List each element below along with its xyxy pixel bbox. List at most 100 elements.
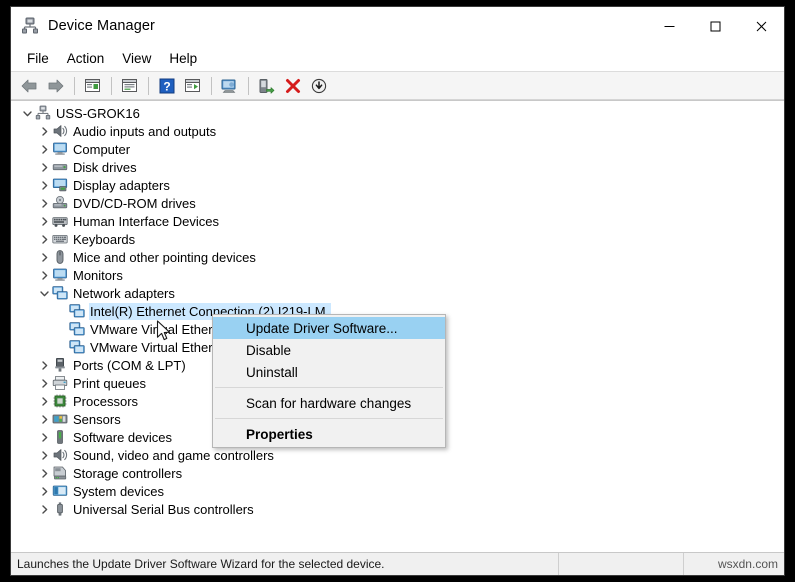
- chevron-right-icon[interactable]: [36, 159, 52, 175]
- tree-item[interactable]: Computer: [11, 140, 784, 158]
- svg-text:?: ?: [163, 79, 170, 93]
- tree-item-label: Display adapters: [73, 177, 170, 193]
- tree-item[interactable]: Network adapters: [11, 284, 784, 302]
- tree-item[interactable]: DVD/CD-ROM drives: [11, 194, 784, 212]
- tree-item-label: Sound, video and game controllers: [73, 447, 274, 463]
- chevron-right-icon[interactable]: [36, 501, 52, 517]
- chevron-right-icon[interactable]: [36, 483, 52, 499]
- tree-item[interactable]: Keyboards: [11, 230, 784, 248]
- disable-device-icon[interactable]: [306, 74, 331, 97]
- chevron-right-icon[interactable]: [36, 213, 52, 229]
- context-menu-item-update-driver-software[interactable]: Update Driver Software...: [213, 317, 445, 339]
- tree-root-node[interactable]: USS-GROK16: [11, 104, 784, 122]
- forward-icon[interactable]: [43, 74, 68, 97]
- speaker-icon: [52, 123, 68, 139]
- tree-item[interactable]: Monitors: [11, 266, 784, 284]
- menu-action[interactable]: Action: [58, 48, 114, 70]
- chevron-down-icon[interactable]: [36, 285, 52, 301]
- context-menu-item-disable[interactable]: Disable: [213, 339, 445, 361]
- port-icon: [52, 357, 68, 373]
- maximize-button[interactable]: [692, 7, 738, 45]
- toolbar-separator: [248, 76, 249, 95]
- speaker-icon: [52, 447, 68, 463]
- chevron-right-icon[interactable]: [36, 249, 52, 265]
- show-hide-console-tree-icon[interactable]: [80, 74, 105, 97]
- chevron-right-icon[interactable]: [36, 267, 52, 283]
- device-manager-icon: [21, 17, 39, 35]
- tree-item[interactable]: System devices: [11, 482, 784, 500]
- context-menu-item-properties[interactable]: Properties: [213, 423, 445, 445]
- printer-icon: [52, 375, 68, 391]
- toolbar-separator: [148, 76, 149, 95]
- properties-icon[interactable]: [117, 74, 142, 97]
- close-button[interactable]: [738, 7, 784, 45]
- network-adapter-icon: [69, 339, 85, 355]
- minimize-button[interactable]: [646, 7, 692, 45]
- context-menu[interactable]: Update Driver Software... Disable Uninst…: [212, 314, 446, 448]
- chevron-right-icon[interactable]: [36, 465, 52, 481]
- network-adapter-icon: [69, 321, 85, 337]
- tree-item[interactable]: Display adapters: [11, 176, 784, 194]
- tree-item-label: Computer: [73, 141, 131, 157]
- context-menu-item-uninstall[interactable]: Uninstall: [213, 361, 445, 383]
- chevron-right-icon[interactable]: [36, 141, 52, 157]
- title-bar: Device Manager: [11, 7, 784, 46]
- enable-device-icon[interactable]: [254, 74, 279, 97]
- tree-item-label: Network adapters: [73, 285, 175, 301]
- menu-help[interactable]: Help: [160, 48, 206, 70]
- tree-item[interactable]: Audio inputs and outputs: [11, 122, 784, 140]
- software-device-icon: [52, 429, 68, 445]
- chevron-right-icon[interactable]: [36, 447, 52, 463]
- optical-drive-icon: [52, 195, 68, 211]
- tree-item[interactable]: Storage controllers: [11, 464, 784, 482]
- chevron-right-icon[interactable]: [36, 411, 52, 427]
- menu-bar: File Action View Help: [11, 46, 784, 72]
- mouse-icon: [52, 249, 68, 265]
- storage-controller-icon: [52, 465, 68, 481]
- monitor-icon: [52, 267, 68, 283]
- tree-item[interactable]: Universal Serial Bus controllers: [11, 500, 784, 518]
- window-controls: [646, 7, 784, 45]
- processor-icon: [52, 393, 68, 409]
- menu-file[interactable]: File: [18, 48, 58, 70]
- uninstall-device-icon[interactable]: [280, 74, 305, 97]
- network-adapter-icon: [52, 285, 68, 301]
- status-bar: Launches the Update Driver Software Wiza…: [11, 552, 784, 575]
- chevron-right-icon[interactable]: [36, 231, 52, 247]
- chevron-right-icon[interactable]: [36, 177, 52, 193]
- context-menu-item-scan-for-hardware-changes[interactable]: Scan for hardware changes: [213, 392, 445, 414]
- device-tree[interactable]: USS-GROK16 Audio inputs and outputs Compu…: [11, 100, 784, 552]
- chevron-right-icon[interactable]: [36, 375, 52, 391]
- chevron-right-icon[interactable]: [36, 393, 52, 409]
- tree-item[interactable]: Human Interface Devices: [11, 212, 784, 230]
- tree-item[interactable]: Disk drives: [11, 158, 784, 176]
- system-device-icon: [52, 483, 68, 499]
- computer-root-icon: [35, 105, 51, 121]
- update-driver-software-icon[interactable]: [217, 74, 242, 97]
- tree-item-label: Keyboards: [73, 231, 136, 247]
- tree-item-label: System devices: [73, 483, 165, 499]
- back-icon[interactable]: [17, 74, 42, 97]
- context-menu-separator: [215, 387, 443, 388]
- chevron-right-icon[interactable]: [36, 123, 52, 139]
- chevron-right-icon[interactable]: [36, 357, 52, 373]
- tree-item-label: Mice and other pointing devices: [73, 249, 256, 265]
- sensor-icon: [52, 411, 68, 427]
- chevron-right-icon[interactable]: [36, 195, 52, 211]
- tree-item-label: Processors: [73, 393, 139, 409]
- chevron-down-icon[interactable]: [19, 105, 35, 121]
- status-message: Launches the Update Driver Software Wiza…: [11, 553, 559, 575]
- tree-item[interactable]: Mice and other pointing devices: [11, 248, 784, 266]
- chevron-right-icon[interactable]: [36, 429, 52, 445]
- display-adapter-icon: [52, 177, 68, 193]
- toolbar-separator: [74, 76, 75, 95]
- keyboard-icon: [52, 231, 68, 247]
- scan-for-hardware-changes-icon[interactable]: [180, 74, 205, 97]
- tree-item-label: DVD/CD-ROM drives: [73, 195, 196, 211]
- tree-item-label: Audio inputs and outputs: [73, 123, 217, 139]
- monitor-icon: [52, 141, 68, 157]
- tree-item-label: Universal Serial Bus controllers: [73, 501, 254, 517]
- tree-item[interactable]: Sound, video and game controllers: [11, 446, 784, 464]
- help-icon[interactable]: ?: [154, 74, 179, 97]
- menu-view[interactable]: View: [113, 48, 160, 70]
